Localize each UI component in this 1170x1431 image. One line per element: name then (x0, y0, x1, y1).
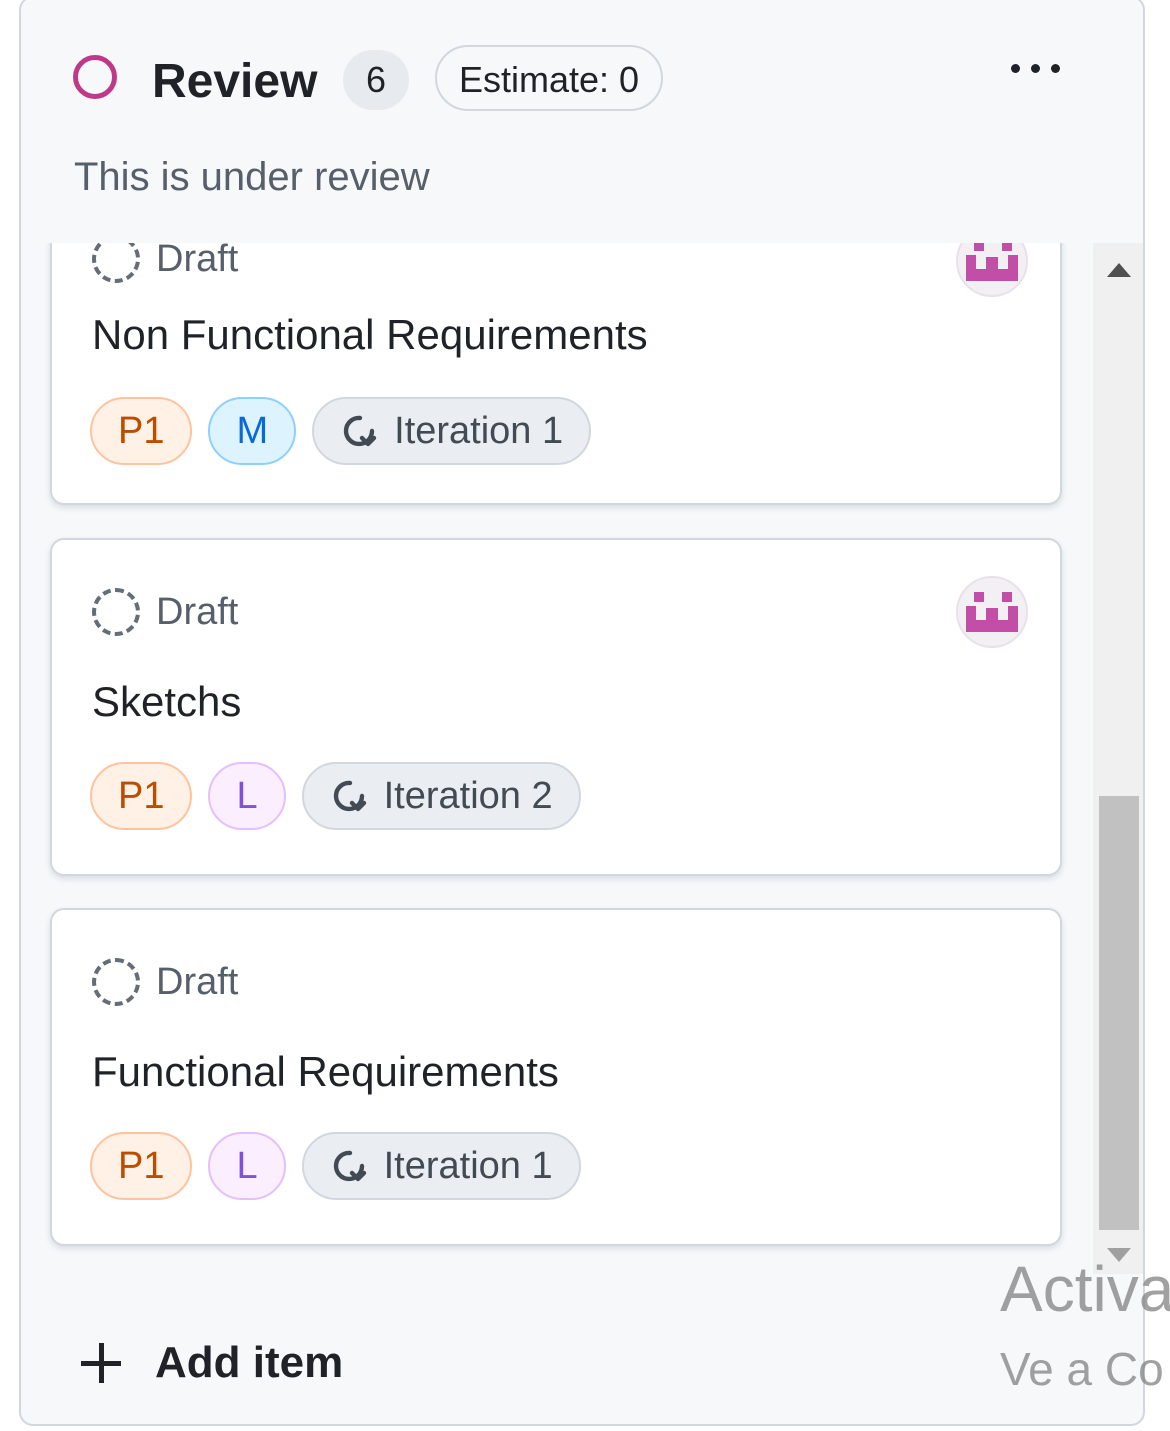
avatar-pixel (974, 592, 984, 602)
avatar-pixel (976, 269, 1008, 281)
card-status: Draft (92, 584, 238, 640)
priority-label[interactable]: P1 (90, 1132, 193, 1200)
avatar-pixel (966, 255, 976, 281)
iteration-text: Iteration 2 (383, 775, 553, 817)
add-item-button[interactable]: Add item (81, 1328, 343, 1398)
draft-label: Draft (156, 243, 239, 280)
vertical-scrollbar[interactable] (1093, 238, 1143, 1274)
status-circle-icon (73, 55, 117, 99)
avatar-pixel (986, 257, 998, 269)
iteration-icon (333, 1150, 366, 1182)
draft-icon (92, 588, 140, 636)
estimate-badge: Estimate: 0 (435, 45, 664, 111)
avatar-pixel (966, 606, 976, 632)
kebab-horizontal-icon (1031, 64, 1040, 73)
card-non-functional-requirements[interactable]: Draft Non Functional Requirements P1 M I… (50, 243, 1062, 505)
board-column-review: Draft Non Functional Requirements P1 M I… (19, 0, 1145, 1426)
size-label[interactable]: L (208, 1132, 286, 1200)
plus-icon (81, 1343, 121, 1383)
kebab-horizontal-icon (1051, 64, 1060, 73)
scroll-up-arrow-icon[interactable] (1107, 263, 1131, 277)
avatar-pixel (986, 608, 998, 620)
draft-label: Draft (156, 960, 239, 1003)
priority-label[interactable]: P1 (90, 397, 193, 465)
avatar-pixel (976, 620, 1008, 632)
add-item-label: Add item (155, 1338, 344, 1387)
iteration-label[interactable]: Iteration 2 (301, 762, 581, 830)
size-label[interactable]: M (208, 397, 297, 465)
windows-activation-watermark-line1: Activa (1000, 1253, 1170, 1325)
card-title[interactable]: Non Functional Requirements (92, 309, 648, 361)
iteration-text: Iteration 1 (383, 1145, 553, 1187)
draft-icon (92, 958, 140, 1006)
card-status: Draft (92, 243, 238, 287)
draft-label: Draft (156, 590, 239, 633)
draft-icon (92, 243, 140, 283)
card-sketchs[interactable]: Draft Sketchs P1 L Iteration 2 (50, 538, 1062, 876)
card-labels: P1 L Iteration 2 (90, 762, 581, 830)
more-options-button[interactable] (1003, 50, 1073, 90)
item-count-badge: 6 (343, 50, 409, 110)
card-functional-requirements[interactable]: Draft Functional Requirements P1 L Itera… (50, 908, 1062, 1246)
iteration-label[interactable]: Iteration 1 (312, 397, 592, 465)
avatar-pixel (1002, 243, 1012, 251)
card-labels: P1 L Iteration 1 (90, 1132, 581, 1200)
windows-activation-watermark-line2: Ve a Co (1000, 1343, 1164, 1395)
card-status: Draft (92, 954, 238, 1010)
assignee-avatar[interactable] (956, 243, 1028, 297)
card-title[interactable]: Sketchs (92, 676, 241, 728)
iteration-icon (333, 780, 366, 812)
assignee-avatar[interactable] (956, 576, 1028, 648)
card-labels: P1 M Iteration 1 (90, 397, 592, 465)
scrollbar-thumb[interactable] (1099, 796, 1139, 1230)
size-label[interactable]: L (208, 762, 286, 830)
avatar-pixel (974, 243, 984, 251)
priority-label[interactable]: P1 (90, 762, 193, 830)
column-title: Review (152, 55, 318, 108)
iteration-text: Iteration 1 (394, 410, 564, 452)
card-title[interactable]: Functional Requirements (92, 1046, 559, 1098)
column-description: This is under review (74, 155, 430, 199)
avatar-pixel (1002, 592, 1012, 602)
avatar-pixel (1008, 255, 1018, 281)
column-header: Review 6 Estimate: 0 This is under revie… (21, 0, 1143, 243)
column-cards-list[interactable]: Draft Non Functional Requirements P1 M I… (21, 243, 1091, 1273)
avatar-pixel (1008, 606, 1018, 632)
iteration-icon (343, 415, 377, 447)
kebab-horizontal-icon (1011, 64, 1020, 73)
iteration-label[interactable]: Iteration 1 (301, 1132, 581, 1200)
